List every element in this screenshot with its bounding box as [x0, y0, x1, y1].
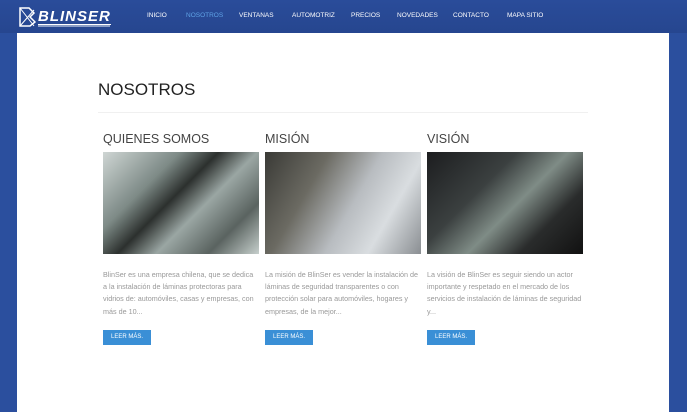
section-heading: QUIENES SOMOS — [103, 132, 210, 146]
nav-nosotros[interactable]: NOSOTROS — [186, 12, 223, 19]
nav-automotriz[interactable]: AUTOMOTRIZ — [292, 12, 335, 19]
section-image[interactable] — [103, 152, 259, 254]
section-0: QUIENES SOMOS BlinSer es una empresa chi… — [103, 132, 259, 345]
brand-tagline — [38, 25, 110, 27]
nav-novedades[interactable]: NOVEDADES — [397, 12, 438, 19]
nav-contacto[interactable]: CONTACTO — [453, 12, 489, 19]
section-image[interactable] — [265, 152, 421, 254]
section-heading: MISIÓN — [265, 132, 310, 146]
divider — [98, 112, 588, 113]
nav-ventanas[interactable]: VENTANAS — [239, 12, 274, 19]
read-more-button[interactable]: LEER MÁS. — [103, 330, 152, 345]
section-2: VISIÓN La visión de BlinSer es seguir si… — [427, 132, 583, 345]
section-1: MISIÓN La misión de BlinSer es vender la… — [265, 132, 421, 345]
brand-name: BLINSER — [38, 8, 111, 25]
read-more-button[interactable]: LEER MÁS. — [427, 330, 476, 345]
read-more-button[interactable]: LEER MÁS. — [265, 330, 314, 345]
section-image[interactable] — [427, 152, 583, 254]
nav-mapa-sitio[interactable]: MAPA SITIO — [507, 12, 543, 19]
nav-precios[interactable]: PRECIOS — [351, 12, 380, 19]
site-header: BLINSER INICIO NOSOTROS VENTANAS AUTOMOTRIZ… — [0, 0, 687, 33]
logo[interactable]: BLINSER — [18, 5, 113, 29]
page-title: NOSOTROS — [98, 80, 196, 99]
logo-icon — [19, 7, 36, 27]
section-text: BlinSer es una empresa chilena, que se d… — [103, 270, 254, 316]
nav-inicio[interactable]: INICIO — [147, 12, 167, 19]
section-text: La visión de BlinSer es seguir siendo un… — [427, 270, 582, 316]
section-heading: VISIÓN — [427, 132, 470, 146]
section-text: La misión de BlinSer es vender la instal… — [265, 270, 419, 316]
